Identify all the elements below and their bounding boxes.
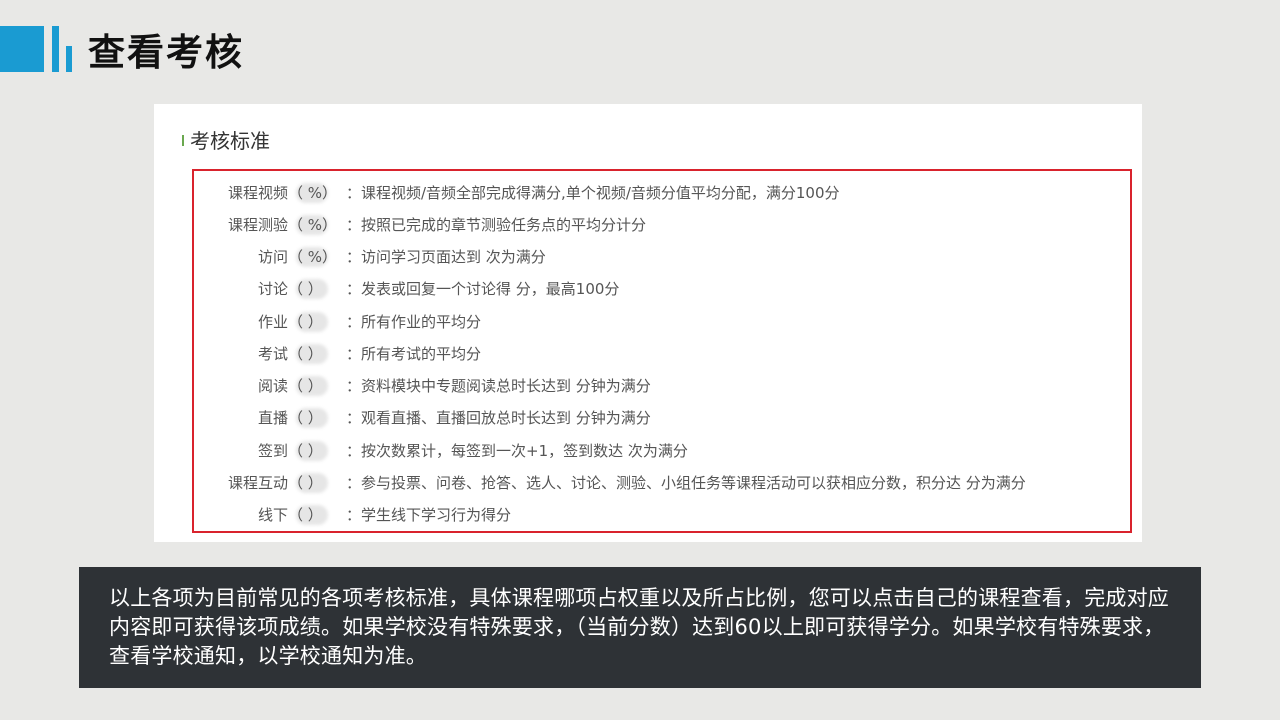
criteria-list: 课程视频（ %） ：课程视频/音频全部完成得满分,单个视频/音频分值平均分配，满分… — [192, 169, 1132, 533]
criteria-label: 直播 — [257, 409, 288, 427]
note-box: 以上各项为目前常见的各项考核标准，具体课程哪项占权重以及所占比例，您可以点击自己… — [79, 567, 1201, 688]
criteria-label: 课程互动 — [227, 474, 288, 492]
criteria-description: ：所有考试的平均分 — [346, 345, 482, 363]
criteria-weight: （ ） — [288, 499, 346, 531]
section-marker — [182, 135, 184, 146]
criteria-row: 线下（ ）：学生线下学习行为得分 — [194, 499, 511, 531]
criteria-row: 讨论（ ）：发表或回复一个讨论得 分，最高100分 — [194, 273, 619, 305]
criteria-label: 线下 — [257, 506, 288, 524]
note-text: 以上各项为目前常见的各项考核标准，具体课程哪项占权重以及所占比例，您可以点击自己… — [109, 586, 1169, 668]
criteria-label: 签到 — [257, 442, 288, 460]
criteria-label: 讨论 — [257, 280, 288, 298]
criteria-row: 课程视频（ %） ：课程视频/音频全部完成得满分,单个视频/音频分值平均分配，满分… — [194, 177, 840, 209]
assessment-panel: 考核标准 课程视频（ %） ：课程视频/音频全部完成得满分,单个视频/音频分值平均… — [154, 104, 1142, 542]
criteria-weight: （ %） — [288, 247, 338, 267]
criteria-description: ：观看直播、直播回放总时长达到 分钟为满分 — [346, 409, 651, 427]
criteria-weight: （ ） — [288, 370, 346, 402]
criteria-label: 访问 — [257, 248, 288, 266]
criteria-row: 直播（ ）：观看直播、直播回放总时长达到 分钟为满分 — [194, 402, 651, 434]
criteria-weight: （ ） — [288, 435, 346, 467]
criteria-weight: （ ） — [288, 338, 346, 370]
accent-bar-large — [0, 26, 44, 72]
criteria-description: ：课程视频/音频全部完成得满分,单个视频/音频分值平均分配，满分100分 — [346, 184, 840, 202]
criteria-weight: （ ） — [288, 273, 346, 305]
criteria-label: 作业 — [257, 313, 288, 331]
criteria-weight: （ ） — [288, 306, 346, 338]
criteria-description: ：所有作业的平均分 — [346, 313, 482, 331]
criteria-row: 考试（ ）：所有考试的平均分 — [194, 338, 481, 370]
criteria-row: 课程互动（ ）：参与投票、问卷、抢答、选人、讨论、测验、小组任务等课程活动可以获… — [194, 467, 1026, 499]
criteria-description: ：学生线下学习行为得分 — [346, 506, 512, 524]
criteria-description: ：按照已完成的章节测验任务点的平均分计分 — [346, 216, 647, 234]
criteria-row: 课程测验（ %） ：按照已完成的章节测验任务点的平均分计分 — [194, 209, 646, 241]
criteria-weight: （ ） — [288, 402, 346, 434]
criteria-label: 考试 — [257, 345, 288, 363]
section-title: 考核标准 — [190, 129, 270, 153]
criteria-label: 阅读 — [257, 377, 288, 395]
criteria-description: ：参与投票、问卷、抢答、选人、讨论、测验、小组任务等课程活动可以获相应分数，积分… — [346, 474, 1026, 492]
page-title: 查看考核 — [88, 31, 244, 74]
criteria-label: 课程测验 — [227, 216, 288, 234]
criteria-row: 签到（ ）：按次数累计，每签到一次+1，签到数达 次为满分 — [194, 435, 688, 467]
criteria-weight: （ %） — [288, 215, 338, 235]
criteria-weight: （ ） — [288, 467, 346, 499]
criteria-description: ：发表或回复一个讨论得 分，最高100分 — [346, 280, 620, 298]
criteria-description: ：资料模块中专题阅读总时长达到 分钟为满分 — [346, 377, 651, 395]
criteria-description: ：访问学习页面达到 次为满分 — [346, 248, 546, 266]
criteria-row: 阅读（ ）：资料模块中专题阅读总时长达到 分钟为满分 — [194, 370, 651, 402]
criteria-label: 课程视频 — [227, 184, 288, 202]
accent-bar-small — [66, 46, 72, 72]
criteria-weight: （ %） — [288, 183, 338, 203]
criteria-row: 访问（ %） ：访问学习页面达到 次为满分 — [194, 241, 546, 273]
criteria-description: ：按次数累计，每签到一次+1，签到数达 次为满分 — [346, 442, 688, 460]
criteria-row: 作业（ ）：所有作业的平均分 — [194, 306, 481, 338]
accent-bar-medium — [52, 26, 59, 72]
